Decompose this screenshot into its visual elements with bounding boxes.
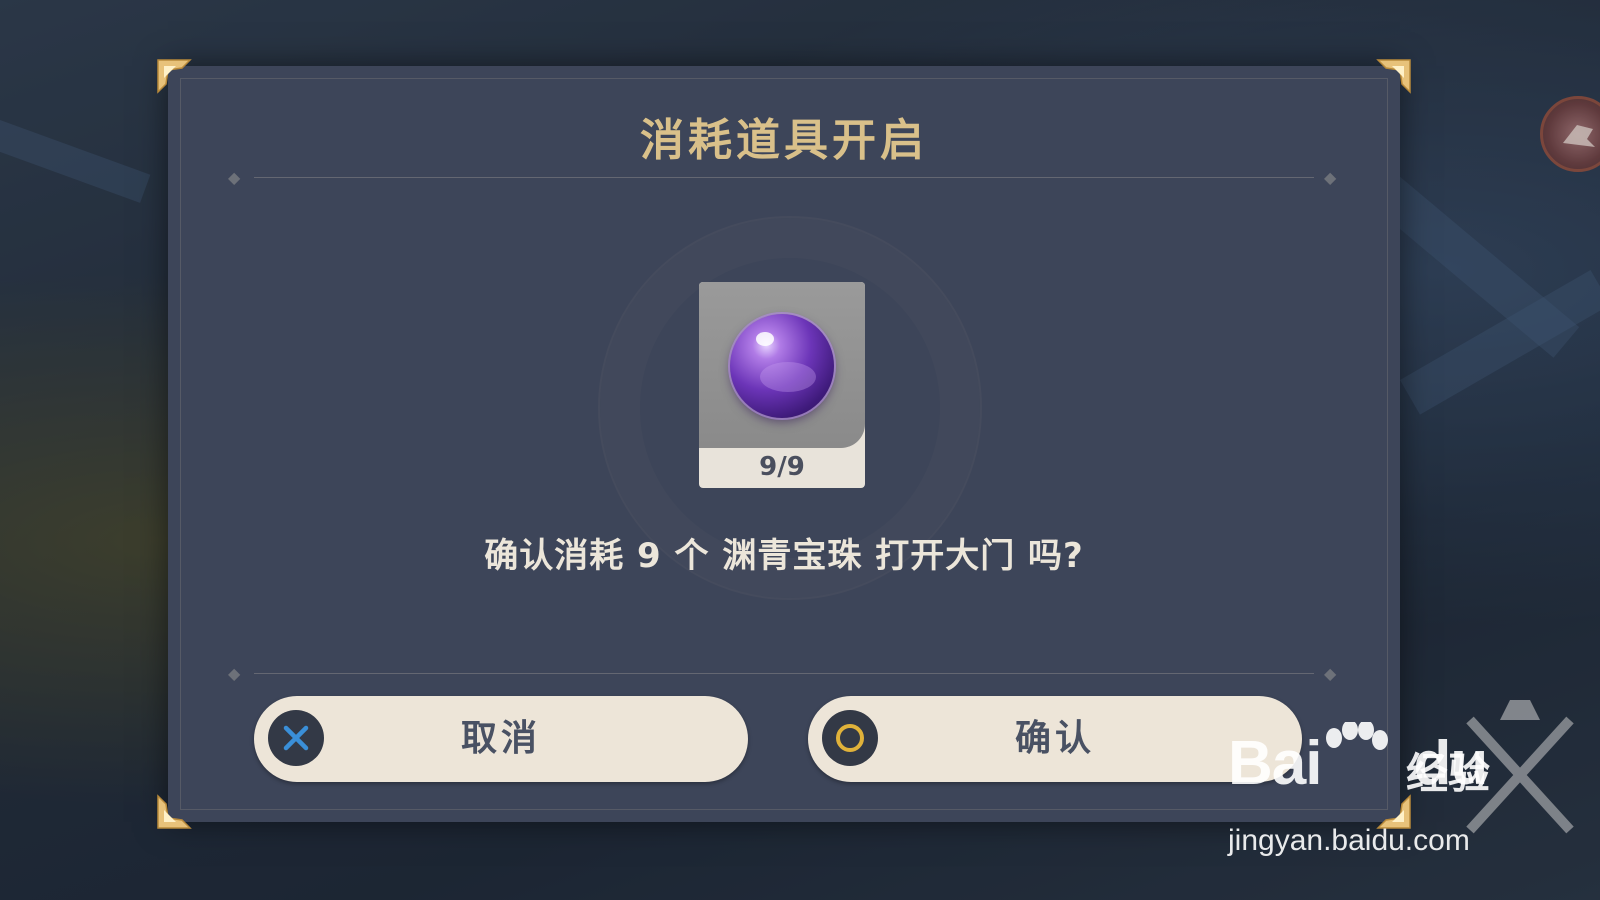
- item-card-image-area: [699, 282, 865, 448]
- consume-item-dialog: 消耗道具开启 ◆ ◆ 9/9 确认消耗 9 个 渊青宝珠 打开大门 吗? ◆ ◆…: [157, 59, 1411, 829]
- abyssal-pearl-icon: [730, 314, 834, 418]
- corner-ornament-icon: [154, 56, 194, 96]
- title-divider: ◆ ◆: [224, 168, 1344, 188]
- footer-divider: ◆ ◆: [224, 664, 1344, 684]
- baidu-jingyan-watermark: Bai du 经验 jingyan.baidu.com: [1228, 722, 1528, 868]
- watermark-suffix: 经验: [1406, 749, 1491, 798]
- cancel-button[interactable]: 取消: [254, 696, 748, 782]
- watermark-url: jingyan.baidu.com: [1228, 824, 1470, 857]
- cancel-button-label: 取消: [460, 718, 541, 759]
- corner-ornament-icon: [1374, 56, 1414, 96]
- dialog-title: 消耗道具开启: [640, 115, 928, 166]
- divider-diamond-icon: ◆: [1324, 168, 1337, 187]
- divider-diamond-icon: ◆: [228, 168, 241, 187]
- quest-emblem-icon[interactable]: [1540, 96, 1600, 172]
- item-card: 9/9: [699, 282, 865, 488]
- paw-icon: [1326, 722, 1388, 750]
- item-count: 9/9: [759, 452, 805, 482]
- divider-diamond-icon: ◆: [228, 664, 241, 683]
- corner-ornament-icon: [154, 792, 194, 832]
- divider-diamond-icon: ◆: [1324, 664, 1337, 683]
- confirm-prompt: 确认消耗 9 个 渊青宝珠 打开大门 吗?: [484, 536, 1084, 576]
